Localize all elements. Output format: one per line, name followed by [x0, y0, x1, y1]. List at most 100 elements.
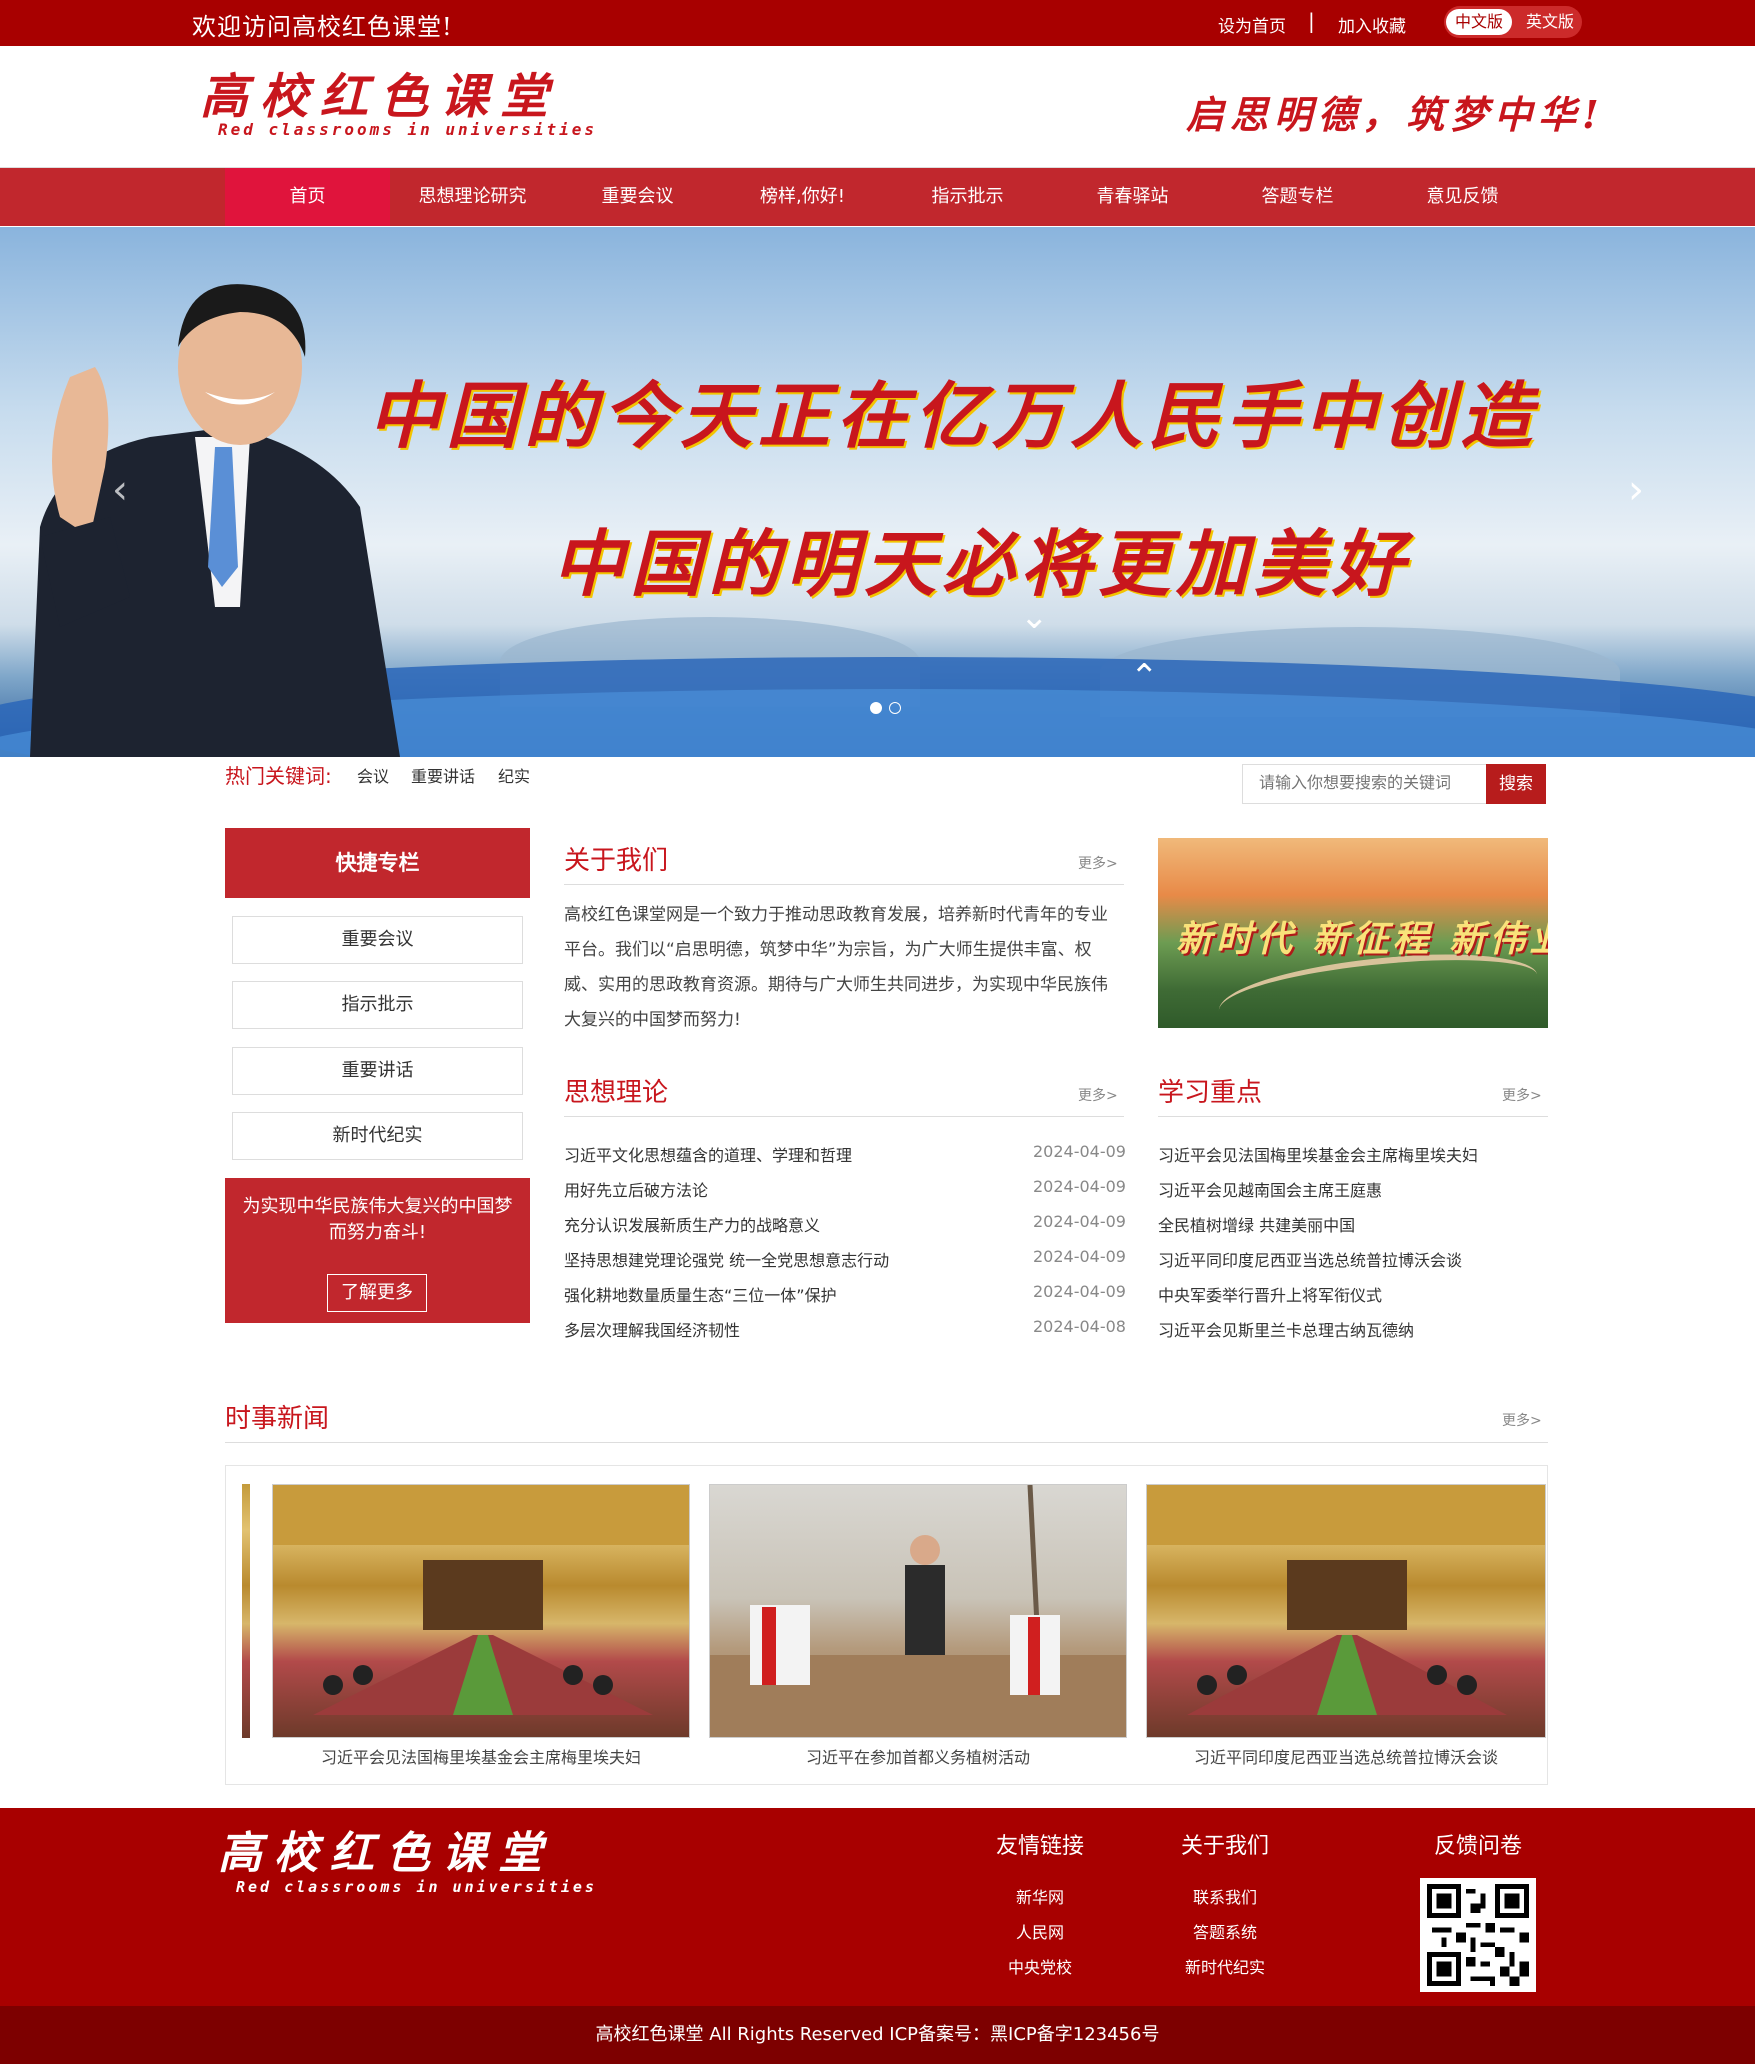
news-title: 时事新闻	[225, 1404, 330, 1434]
friend-link-xinhua[interactable]: 新华网	[980, 1884, 1100, 1908]
theory-list-item[interactable]: 充分认识发展新质生产力的战略意义	[564, 1212, 820, 1236]
feedback-title: 反馈问卷	[1433, 1834, 1522, 1859]
site-logo-en: Red classrooms in universities	[218, 120, 597, 139]
news-card-partial	[242, 1484, 250, 1738]
quick-item-new-era[interactable]: 新时代纪实	[232, 1112, 523, 1160]
site-logo-cn[interactable]: 高校红色课堂	[200, 70, 560, 124]
nav-item-youth[interactable]: 青春驿站	[1050, 168, 1215, 226]
theory-list-item[interactable]: 多层次理解我国经济韧性	[564, 1317, 740, 1341]
hot-keywords-label: 热门关键词:	[225, 764, 332, 788]
search-button[interactable]: 搜索	[1486, 764, 1546, 804]
footer-quiz-link[interactable]: 答题系统	[1165, 1919, 1285, 1943]
site-footer: 高校红色课堂 Red classrooms in universities 友情…	[0, 1808, 1755, 2006]
study-list-item[interactable]: 习近平会见斯里兰卡总理古纳瓦德纳	[1158, 1317, 1414, 1341]
news-carousel: 习近平会见法国梅里埃基金会主席梅里埃夫妇 习近平在参加首都义务植树活动 习近平同…	[225, 1465, 1548, 1785]
nav-item-quiz[interactable]: 答题专栏	[1215, 168, 1380, 226]
nav-item-role-models[interactable]: 榜样,你好!	[720, 168, 885, 226]
separator: |	[1308, 9, 1315, 33]
friend-link-party-school[interactable]: 中央党校	[980, 1954, 1100, 1978]
study-list-item[interactable]: 习近平同印度尼西亚当选总统普拉博沃会谈	[1158, 1247, 1462, 1271]
theory-list-date: 2024-04-08	[1033, 1317, 1126, 1336]
promo-text: 为实现中华民族伟大复兴的中国梦而努力奋斗!	[242, 1196, 513, 1243]
about-more-link[interactable]: 更多>	[1078, 853, 1118, 873]
search-input[interactable]	[1242, 764, 1488, 804]
news-photo	[273, 1485, 689, 1715]
banner-headline-1: 中国的今天正在亿万人民手中创造	[368, 374, 1539, 458]
hot-keyword[interactable]: 重要讲话	[411, 763, 475, 787]
theory-list-item[interactable]: 坚持思想建党理论强党 统一全党思想意志行动	[564, 1247, 889, 1271]
theory-list-date: 2024-04-09	[1033, 1247, 1126, 1266]
news-card[interactable]	[709, 1484, 1127, 1738]
quick-item-speeches[interactable]: 重要讲话	[232, 1047, 523, 1095]
theory-list-date: 2024-04-09	[1033, 1177, 1126, 1196]
quick-item-meetings[interactable]: 重要会议	[232, 916, 523, 964]
banner-next-icon[interactable]: ›	[1628, 467, 1644, 513]
lang-en-button[interactable]: 英文版	[1522, 9, 1578, 35]
news-photo	[710, 1485, 1126, 1737]
quick-column-title: 快捷专栏	[225, 828, 530, 898]
study-list-item[interactable]: 中央军委举行晋升上将军衔仪式	[1158, 1282, 1382, 1306]
news-caption[interactable]: 习近平会见法国梅里埃基金会主席梅里埃夫妇	[272, 1744, 690, 1768]
main-nav: 首页 思想理论研究 重要会议 榜样,你好! 指示批示 青春驿站 答题专栏 意见反…	[0, 168, 1755, 226]
footer-about-title: 关于我们	[1180, 1834, 1269, 1859]
nav-item-theory[interactable]: 思想理论研究	[390, 168, 555, 226]
banner-bird: ⌄	[1020, 597, 1049, 637]
banner-headline-2: 中国的明天必将更加美好	[552, 522, 1411, 606]
qr-code-graphic	[1427, 1884, 1529, 1986]
news-more-link[interactable]: 更多>	[1502, 1410, 1542, 1430]
divider	[564, 1116, 1124, 1117]
header-slogan: 启思明德，筑梦中华!	[1186, 92, 1605, 137]
divider	[225, 1442, 1548, 1443]
footer-new-era-link[interactable]: 新时代纪实	[1165, 1954, 1285, 1978]
learn-more-button[interactable]: 了解更多	[327, 1274, 427, 1312]
nav-item-home[interactable]: 首页	[225, 168, 390, 226]
nav-item-instructions[interactable]: 指示批示	[885, 168, 1050, 226]
news-card[interactable]	[272, 1484, 690, 1738]
banner-prev-icon[interactable]: ‹	[112, 467, 128, 513]
study-list-item[interactable]: 习近平会见法国梅里埃基金会主席梅里埃夫妇	[1158, 1142, 1478, 1166]
feature-image[interactable]: 新时代 新征程 新伟业	[1158, 838, 1548, 1028]
nav-item-feedback[interactable]: 意见反馈	[1380, 168, 1545, 226]
divider	[564, 884, 1124, 885]
theory-list-date: 2024-04-09	[1033, 1212, 1126, 1231]
banner-dot[interactable]	[889, 702, 901, 714]
theory-list-date: 2024-04-09	[1033, 1282, 1126, 1301]
hot-keyword[interactable]: 纪实	[498, 763, 530, 787]
footer-contact-link[interactable]: 联系我们	[1165, 1884, 1285, 1908]
set-home-link[interactable]: 设为首页	[1218, 12, 1286, 37]
news-caption[interactable]: 习近平同印度尼西亚当选总统普拉博沃会谈	[1146, 1744, 1546, 1768]
study-more-link[interactable]: 更多>	[1502, 1085, 1542, 1105]
qr-code-icon[interactable]	[1420, 1878, 1536, 1992]
friend-link-people[interactable]: 人民网	[980, 1919, 1100, 1943]
news-caption[interactable]: 习近平在参加首都义务植树活动	[709, 1744, 1127, 1768]
footer-logo-cn[interactable]: 高校红色课堂	[218, 1828, 554, 1880]
news-card[interactable]	[1146, 1484, 1546, 1738]
lang-zh-button[interactable]: 中文版	[1446, 9, 1512, 35]
theory-list-date: 2024-04-09	[1033, 1142, 1126, 1161]
nav-item-meetings[interactable]: 重要会议	[555, 168, 720, 226]
news-photo	[1147, 1485, 1545, 1715]
study-title: 学习重点	[1158, 1078, 1263, 1108]
study-list-item[interactable]: 习近平会见越南国会主席王庭惠	[1158, 1177, 1382, 1201]
theory-list-item[interactable]: 强化耕地数量质量生态“三位一体”保护	[564, 1282, 837, 1306]
quick-item-instructions[interactable]: 指示批示	[232, 981, 523, 1029]
theory-list-item[interactable]: 习近平文化思想蕴含的道理、学理和哲理	[564, 1142, 852, 1166]
copyright-bar: 高校红色课堂 All Rights Reserved ICP备案号：黑ICP备字…	[0, 2006, 1755, 2064]
top-bar: 欢迎访问高校红色课堂! 设为首页 | 加入收藏 中文版 英文版	[0, 0, 1755, 46]
theory-title: 思想理论	[564, 1078, 669, 1108]
divider	[1158, 1116, 1548, 1117]
footer-logo-en: Red classrooms in universities	[236, 1878, 597, 1896]
about-title: 关于我们	[564, 846, 669, 876]
banner-bird: ⌃	[1130, 657, 1159, 697]
bookmark-link[interactable]: 加入收藏	[1338, 12, 1406, 37]
study-list-item[interactable]: 全民植树增绿 共建美丽中国	[1158, 1212, 1355, 1236]
theory-list-item[interactable]: 用好先立后破方法论	[564, 1177, 708, 1201]
hero-banner[interactable]: 中国的今天正在亿万人民手中创造 中国的明天必将更加美好 ⌄ ⌃ ‹ ›	[0, 227, 1755, 757]
promo-box: 为实现中华民族伟大复兴的中国梦而努力奋斗! 了解更多	[225, 1178, 530, 1323]
language-switch: 中文版 英文版	[1444, 6, 1582, 38]
welcome-text: 欢迎访问高校红色课堂!	[192, 13, 453, 41]
banner-dot-active[interactable]	[870, 702, 882, 714]
theory-more-link[interactable]: 更多>	[1078, 1085, 1118, 1105]
about-text: 高校红色课堂网是一个致力于推动思政教育发展，培养新时代青年的专业平台。我们以“启…	[564, 905, 1108, 1030]
hot-keyword[interactable]: 会议	[357, 763, 389, 787]
